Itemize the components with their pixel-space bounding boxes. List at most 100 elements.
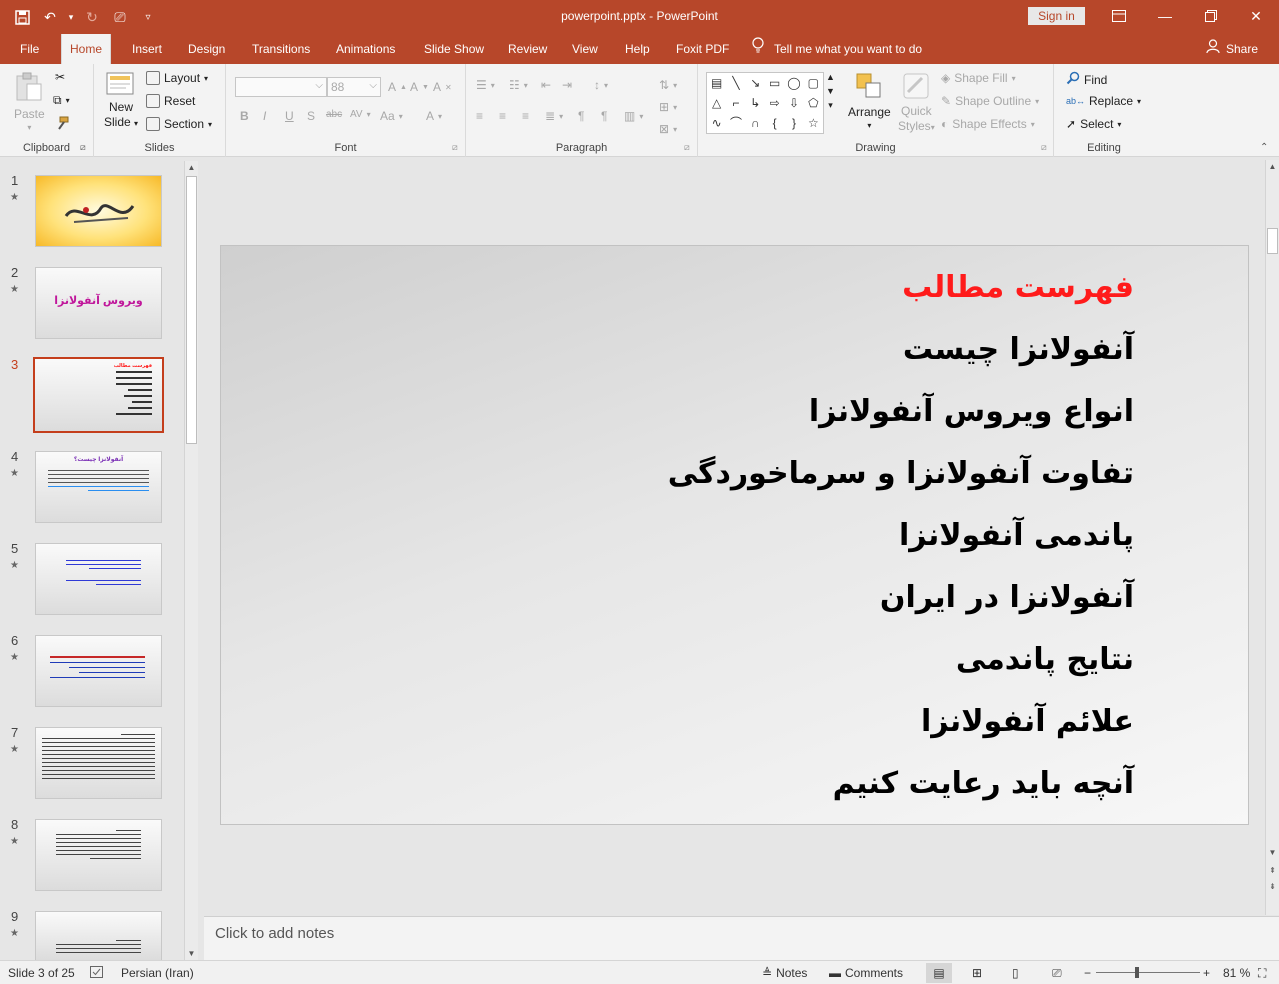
share-button[interactable]: Share: [1206, 34, 1258, 64]
previous-slide-icon[interactable]: ⇞: [1266, 864, 1279, 877]
increase-indent-icon[interactable]: ⇥: [562, 78, 572, 92]
tell-me-box[interactable]: Tell me what you want to do: [752, 34, 922, 64]
notes-pane[interactable]: Click to add notes: [204, 916, 1279, 960]
tab-foxit-pdf[interactable]: Foxit PDF: [668, 34, 737, 64]
rectangle-shape-icon[interactable]: ▭: [765, 73, 784, 93]
tab-animations[interactable]: Animations: [328, 34, 403, 64]
bold-button[interactable]: B: [240, 109, 249, 123]
slide-sorter-icon[interactable]: ⊞: [972, 966, 982, 980]
replace-button[interactable]: ab↔ Replace ▾: [1066, 94, 1141, 108]
select-button[interactable]: ➚ Select ▾: [1066, 117, 1121, 131]
rounded-rect-shape-icon[interactable]: ▢: [804, 73, 823, 93]
ltr-icon[interactable]: ¶: [578, 109, 584, 123]
slide-thumbnail-7[interactable]: [35, 727, 162, 799]
scroll-up-icon[interactable]: ▲: [1266, 160, 1279, 173]
language-indicator[interactable]: Persian (Iran): [121, 966, 194, 980]
copy-icon[interactable]: ⧉ ▾: [53, 93, 70, 108]
new-slide-button[interactable]: New Slide ▾: [104, 70, 138, 129]
slide-thumbnail-6[interactable]: [35, 635, 162, 707]
pentagon-shape-icon[interactable]: ⬠: [804, 93, 823, 113]
down-arrow-shape-icon[interactable]: ⇩: [784, 93, 803, 113]
slide-thumbnail-9[interactable]: [35, 911, 162, 960]
gallery-more-icon[interactable]: ▾: [828, 100, 833, 111]
minimize-icon[interactable]: —: [1142, 0, 1188, 32]
curve-shape-icon[interactable]: ∿: [707, 113, 726, 133]
slide-bullet[interactable]: پاندمی آنفولانزا: [899, 518, 1134, 553]
text-direction-icon[interactable]: ⇅ ▾: [659, 78, 677, 92]
slide-scrollbar[interactable]: ▲ ▼ ⇞ ⇟: [1265, 160, 1279, 915]
drawing-launcher-icon[interactable]: ⧄: [1041, 142, 1047, 153]
ribbon-display-options-icon[interactable]: [1096, 0, 1142, 32]
slide-thumbnail-panel[interactable]: 1 ★ 2 ★ ویروس آنفولانزا 3 فهرست مطالب 4 …: [0, 157, 200, 960]
zoom-level[interactable]: 81 %: [1223, 966, 1250, 980]
slide-bullet[interactable]: نتایج پاندمی: [956, 642, 1134, 677]
strikethrough-button[interactable]: abc: [326, 109, 342, 120]
columns-icon[interactable]: ▥ ▾: [624, 109, 643, 123]
bullets-icon[interactable]: ☰ ▾: [476, 78, 495, 92]
clipboard-launcher-icon[interactable]: ⧄: [80, 142, 86, 153]
quick-styles-button[interactable]: Quick Styles▾: [898, 72, 935, 133]
tab-insert[interactable]: Insert: [124, 34, 170, 64]
align-center-icon[interactable]: ≡: [499, 109, 506, 123]
textbox-shape-icon[interactable]: ▤: [707, 73, 726, 93]
elbow-arrow-shape-icon[interactable]: ↳: [746, 93, 765, 113]
tab-slide-show[interactable]: Slide Show: [416, 34, 492, 64]
gallery-down-icon[interactable]: ▼: [826, 86, 835, 96]
scroll-thumb[interactable]: [1267, 228, 1278, 254]
freeform-shape-icon[interactable]: ∩: [746, 113, 765, 133]
slide-thumbnail-5[interactable]: [35, 543, 162, 615]
star-shape-icon[interactable]: ☆: [804, 113, 823, 133]
smartart-icon[interactable]: ⊠ ▾: [659, 122, 677, 136]
tab-transitions[interactable]: Transitions: [244, 34, 318, 64]
slide-bullet[interactable]: آنفولانزا در ایران: [880, 580, 1134, 615]
tab-file[interactable]: File: [12, 34, 47, 64]
reading-view-icon[interactable]: ▯: [1012, 966, 1019, 980]
tab-view[interactable]: View: [564, 34, 606, 64]
align-text-icon[interactable]: ⊞ ▾: [659, 100, 677, 114]
collapse-ribbon-icon[interactable]: ⌃: [1260, 142, 1268, 153]
slide-show-icon[interactable]: ⎚: [1052, 966, 1062, 981]
right-arrow-shape-icon[interactable]: ⇨: [765, 93, 784, 113]
font-color-button[interactable]: A ▾: [426, 109, 442, 123]
oval-shape-icon[interactable]: ◯: [784, 73, 803, 93]
section-button[interactable]: Section ▾: [146, 117, 212, 131]
scroll-down-icon[interactable]: ▼: [1266, 846, 1279, 859]
gallery-up-icon[interactable]: ▲: [826, 72, 835, 82]
align-left-icon[interactable]: ≡: [476, 109, 483, 123]
slide-thumbnail-1[interactable]: [35, 175, 162, 247]
tab-help[interactable]: Help: [617, 34, 658, 64]
zoom-out-icon[interactable]: −: [1084, 966, 1091, 980]
decrease-indent-icon[interactable]: ⇤: [541, 78, 551, 92]
left-brace-shape-icon[interactable]: {: [765, 113, 784, 133]
restore-icon[interactable]: [1188, 0, 1234, 32]
fit-to-window-icon[interactable]: ⛶: [1258, 966, 1266, 981]
arc-shape-icon[interactable]: ⌒: [726, 113, 745, 133]
current-slide[interactable]: فهرست مطالب آنفولانزا چیست انواع ویروس آ…: [220, 245, 1249, 825]
slide-thumbnail-3[interactable]: فهرست مطالب: [33, 357, 164, 433]
find-button[interactable]: Find: [1066, 71, 1107, 88]
triangle-shape-icon[interactable]: △: [707, 93, 726, 113]
arrow-shape-icon[interactable]: ↘: [746, 73, 765, 93]
font-name-combo[interactable]: ⌵: [235, 77, 327, 97]
slide-bullet[interactable]: آنچه باید رعایت کنیم: [833, 766, 1134, 801]
elbow-shape-icon[interactable]: ⌐: [726, 93, 745, 113]
scroll-down-icon[interactable]: ▼: [185, 947, 198, 960]
italic-button[interactable]: I: [263, 109, 266, 123]
decrease-font-size-icon[interactable]: A ▼: [410, 80, 429, 94]
tab-review[interactable]: Review: [500, 34, 555, 64]
slide-thumbnail-2[interactable]: ویروس آنفولانزا: [35, 267, 162, 339]
font-name-dropdown-icon[interactable]: ⌵: [315, 80, 323, 91]
slide-thumbnail-8[interactable]: [35, 819, 162, 891]
notes-button[interactable]: ≜ Notes: [762, 966, 807, 980]
notes-placeholder[interactable]: Click to add notes: [215, 925, 334, 942]
text-shadow-button[interactable]: S: [307, 109, 315, 123]
clear-formatting-icon[interactable]: A ✕: [433, 80, 452, 94]
slide-bullet[interactable]: تفاوت آنفولانزا و سرماخوردگی: [668, 456, 1134, 491]
arrange-button[interactable]: Arrange ▾: [848, 72, 891, 130]
cut-icon[interactable]: ✂: [55, 70, 65, 84]
right-brace-shape-icon[interactable]: }: [784, 113, 803, 133]
next-slide-icon[interactable]: ⇟: [1266, 880, 1279, 893]
font-size-dropdown-icon[interactable]: ⌵: [369, 80, 377, 91]
increase-font-size-icon[interactable]: A ▲: [388, 80, 407, 94]
justify-icon[interactable]: ≣ ▾: [545, 109, 563, 123]
